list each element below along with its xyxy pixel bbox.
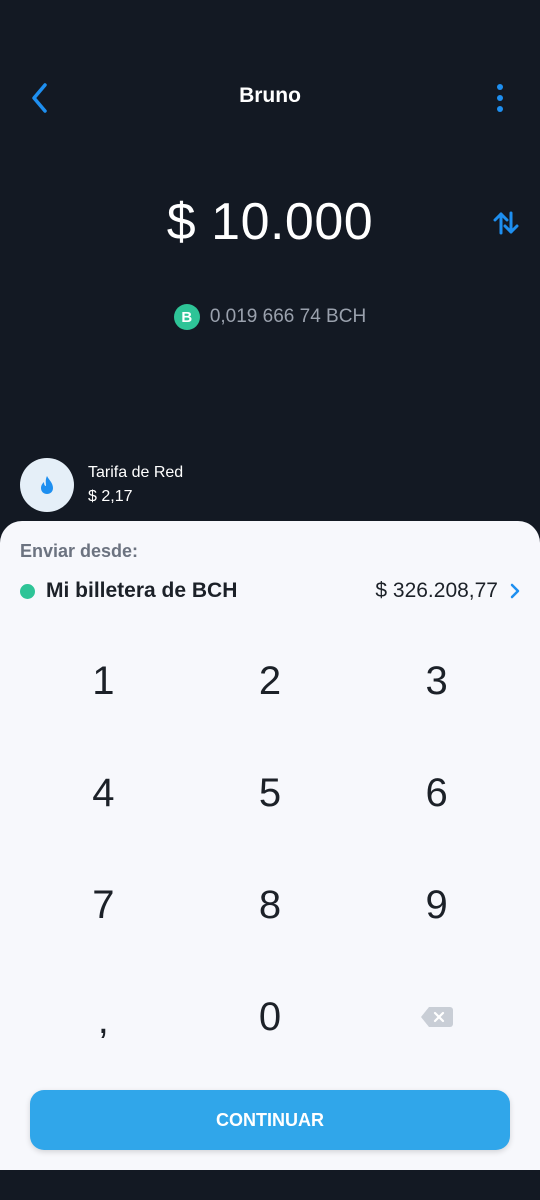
wallet-selector[interactable]: Mi billetera de BCH $ 326.208,77 (20, 577, 520, 605)
key-0[interactable]: 0 (187, 961, 354, 1073)
header: Bruno (0, 60, 540, 136)
flame-icon (20, 458, 74, 512)
wallet-balance: $ 326.208,77 (375, 579, 498, 602)
wallet-name: Mi billetera de BCH (46, 579, 238, 602)
wallet-status-dot (20, 583, 35, 599)
more-vertical-icon (497, 84, 503, 112)
chevron-right-icon (510, 583, 520, 599)
backspace-icon (420, 1007, 453, 1027)
fee-text: Tarifa de Red $ 2,17 (88, 464, 183, 506)
key-3[interactable]: 3 (353, 625, 520, 737)
key-1[interactable]: 1 (20, 625, 187, 737)
key-decimal[interactable]: , (20, 961, 187, 1073)
continue-button[interactable]: CONTINUAR (30, 1090, 510, 1150)
backspace-button[interactable] (353, 961, 520, 1073)
key-4[interactable]: 4 (20, 737, 187, 849)
key-6[interactable]: 6 (353, 737, 520, 849)
send-from-label: Enviar desde: (20, 541, 139, 561)
swap-currency-button[interactable] (488, 205, 524, 241)
key-8[interactable]: 8 (187, 849, 354, 961)
network-fee[interactable]: Tarifa de Red $ 2,17 (20, 458, 183, 512)
swap-arrows-icon (493, 211, 519, 235)
crypto-amount-row: B 0,019 666 74 BCH (0, 304, 540, 330)
fiat-amount: $ 10.000 (166, 193, 374, 251)
more-options-button[interactable] (482, 78, 518, 118)
key-7[interactable]: 7 (20, 849, 187, 961)
numeric-keypad: 1 2 3 4 5 6 7 8 9 , 0 (20, 625, 520, 1073)
fee-value: $ 2,17 (88, 488, 133, 505)
bottom-sheet: Enviar desde: Mi billetera de BCH $ 326.… (0, 521, 540, 1170)
page-title: Bruno (239, 84, 301, 107)
bch-coin-icon: B (173, 304, 200, 330)
fee-label: Tarifa de Red (88, 464, 184, 481)
key-5[interactable]: 5 (187, 737, 354, 849)
system-nav-bar (0, 1170, 540, 1200)
key-2[interactable]: 2 (187, 625, 354, 737)
crypto-amount: 0,019 666 74 BCH (209, 306, 367, 327)
key-9[interactable]: 9 (353, 849, 520, 961)
